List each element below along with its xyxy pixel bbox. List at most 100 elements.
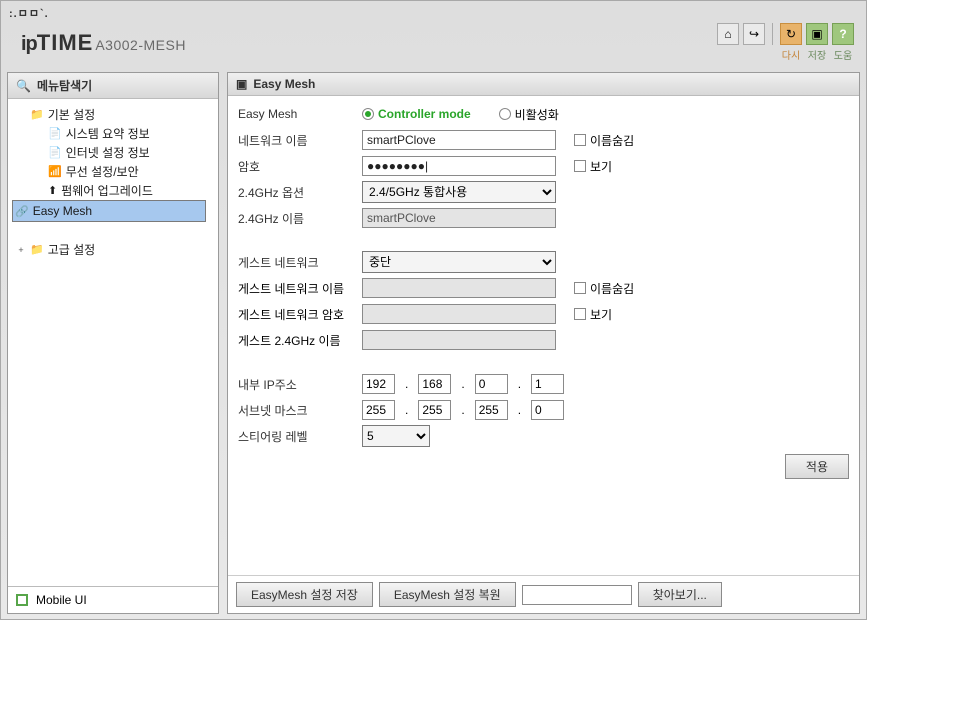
- ip-dot: .: [461, 403, 464, 417]
- refresh-icon: ↻: [786, 27, 796, 41]
- ip-dot: .: [518, 403, 521, 417]
- expand-icon[interactable]: +: [16, 245, 26, 255]
- logout-icon: ↪: [749, 27, 759, 41]
- guest-net-select[interactable]: 중단: [362, 251, 556, 273]
- body: 🔍 메뉴탐색기 📁 기본 설정 📄 시스템 요약 정보 📄 인터넷 설정 정보 …: [1, 68, 866, 620]
- sidebar: 🔍 메뉴탐색기 📁 기본 설정 📄 시스템 요약 정보 📄 인터넷 설정 정보 …: [7, 72, 219, 614]
- save-icon: ▣: [811, 27, 822, 41]
- wifi-icon: 📶: [48, 165, 62, 178]
- page-icon: 📄: [48, 127, 62, 140]
- checkbox-label: 이름숨김: [590, 132, 634, 149]
- password-input[interactable]: [362, 156, 556, 176]
- network-name-input[interactable]: [362, 130, 556, 150]
- checkbox-label: 보기: [590, 306, 612, 323]
- show-password-checkbox[interactable]: 보기: [574, 158, 612, 175]
- main-footer: EasyMesh 설정 저장 EasyMesh 설정 복원 찾아보기...: [228, 575, 859, 613]
- tree-label: 펌웨어 업그레이드: [61, 182, 153, 199]
- tree-advanced-settings[interactable]: + 📁 고급 설정: [12, 240, 214, 259]
- logo: ip TIME A3002-MESH: [21, 30, 186, 56]
- checkbox-label: 보기: [590, 158, 612, 175]
- ip-dot: .: [461, 377, 464, 391]
- subnet-octet-1[interactable]: [362, 400, 395, 420]
- tree-item-firmware[interactable]: ⬆ 펌웨어 업그레이드: [12, 181, 214, 200]
- logout-button[interactable]: ↪: [743, 23, 765, 45]
- tree-spacer: [12, 222, 214, 240]
- ip-dot: .: [405, 403, 408, 417]
- page-icon: 📄: [48, 146, 62, 159]
- tree-item-wireless[interactable]: 📶 무선 설정/보안: [12, 162, 214, 181]
- checkbox-icon: [574, 308, 586, 320]
- mesh-icon: 🔗: [15, 205, 29, 218]
- folder-icon: 📁: [30, 243, 44, 256]
- tree-item-easy-mesh[interactable]: 🔗 Easy Mesh: [12, 200, 206, 222]
- radio-disabled[interactable]: 비활성화: [499, 106, 559, 123]
- subnet-label: 서브넷 마스크: [238, 402, 362, 419]
- panel-icon: ▣: [236, 77, 247, 91]
- name24-label: 2.4GHz 이름: [238, 210, 362, 227]
- checkbox-icon: [574, 134, 586, 146]
- main-panel: ▣ Easy Mesh Easy Mesh Controller mode 비활…: [227, 72, 860, 614]
- save-settings-button[interactable]: EasyMesh 설정 저장: [236, 582, 373, 607]
- sidebar-title: 메뉴탐색기: [37, 77, 92, 94]
- titlebar-dots: :.ㅁㅁ`.: [1, 1, 866, 21]
- ip-dot: .: [518, 377, 521, 391]
- steering-select[interactable]: 5: [362, 425, 430, 447]
- guest-net-label: 게스트 네트워크: [238, 254, 362, 271]
- tree-basic-settings[interactable]: 📁 기본 설정: [12, 105, 214, 124]
- mobile-ui-link[interactable]: Mobile UI: [36, 593, 87, 607]
- guest-pass-label: 게스트 네트워크 암호: [238, 306, 362, 323]
- tree-label: 인터넷 설정 정보: [66, 144, 150, 161]
- toolbar-separator: [772, 23, 773, 45]
- ip-octet-1[interactable]: [362, 374, 395, 394]
- subnet-octet-3[interactable]: [475, 400, 508, 420]
- easy-mesh-label: Easy Mesh: [238, 107, 362, 121]
- tree-item-summary[interactable]: 📄 시스템 요약 정보: [12, 124, 214, 143]
- header: ip TIME A3002-MESH ⌂ ↪ ↻ 다시 ▣ 저장 ? 도움: [1, 21, 866, 68]
- file-path-input[interactable]: [522, 585, 632, 605]
- logo-time: TIME: [37, 30, 94, 56]
- tree-item-internet[interactable]: 📄 인터넷 설정 정보: [12, 143, 214, 162]
- help-button[interactable]: ?: [832, 23, 854, 45]
- checkbox-icon: [574, 160, 586, 172]
- mobile-icon: [16, 594, 28, 606]
- radio-label: 비활성화: [515, 106, 559, 123]
- ip-octet-3[interactable]: [475, 374, 508, 394]
- name24-input: [362, 208, 556, 228]
- logo-model: A3002-MESH: [95, 37, 186, 53]
- guest-hide-checkbox[interactable]: 이름숨김: [574, 280, 634, 297]
- tree-label: Easy Mesh: [33, 204, 92, 218]
- apply-button[interactable]: 적용: [785, 454, 849, 479]
- main-title: Easy Mesh: [253, 77, 315, 91]
- opt24-select[interactable]: 2.4/5GHz 통합사용: [362, 181, 556, 203]
- search-icon: 🔍: [16, 79, 31, 93]
- radio-label: Controller mode: [378, 107, 471, 121]
- ip-label: 내부 IP주소: [238, 376, 362, 393]
- tree-label: 고급 설정: [48, 241, 96, 258]
- subnet-octet-4[interactable]: [531, 400, 564, 420]
- main-header: ▣ Easy Mesh: [228, 73, 859, 96]
- ip-octet-2[interactable]: [418, 374, 451, 394]
- tree-label: 무선 설정/보안: [66, 163, 139, 180]
- upgrade-icon: ⬆: [48, 184, 57, 197]
- browse-button[interactable]: 찾아보기...: [638, 582, 722, 607]
- ip-octet-4[interactable]: [531, 374, 564, 394]
- guest24-label: 게스트 2.4GHz 이름: [238, 332, 362, 349]
- spacer: [238, 232, 849, 250]
- tree-label: 기본 설정: [48, 106, 96, 123]
- restore-settings-button[interactable]: EasyMesh 설정 복원: [379, 582, 516, 607]
- hide-name-checkbox[interactable]: 이름숨김: [574, 132, 634, 149]
- radio-dot-icon: [362, 108, 374, 120]
- help-label: 도움: [834, 47, 852, 62]
- password-label: 암호: [238, 158, 362, 175]
- guest-show-checkbox[interactable]: 보기: [574, 306, 612, 323]
- toolbar: ⌂ ↪ ↻ 다시 ▣ 저장 ? 도움: [717, 23, 854, 62]
- tree-label: 시스템 요약 정보: [66, 125, 150, 142]
- folder-icon: 📁: [30, 108, 44, 121]
- ip-dot: .: [405, 377, 408, 391]
- save-button[interactable]: ▣: [806, 23, 828, 45]
- refresh-button[interactable]: ↻: [780, 23, 802, 45]
- sidebar-header: 🔍 메뉴탐색기: [8, 73, 218, 99]
- home-button[interactable]: ⌂: [717, 23, 739, 45]
- subnet-octet-2[interactable]: [418, 400, 451, 420]
- radio-controller-mode[interactable]: Controller mode: [362, 107, 471, 121]
